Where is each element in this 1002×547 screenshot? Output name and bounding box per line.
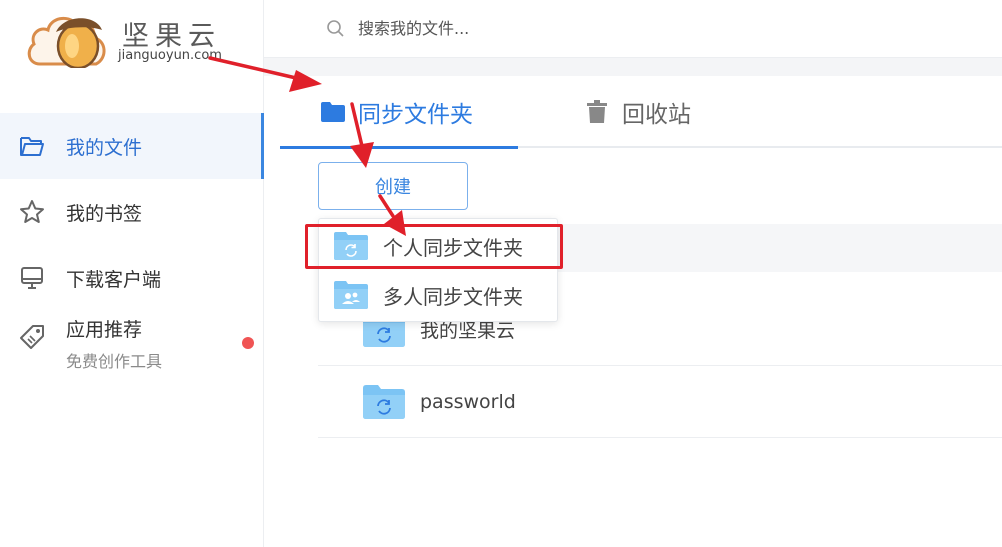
shared-folder-icon [334, 281, 368, 309]
star-icon [18, 198, 46, 226]
sidebar-item-sublabel: 免费创作工具 [66, 352, 163, 371]
sidebar-item-download-client[interactable]: 下载客户端 [0, 245, 263, 311]
tab-recycle-bin[interactable]: 回收站 [586, 76, 691, 148]
sidebar-item-bookmarks[interactable]: 我的书签 [0, 179, 263, 245]
tab-label: 同步文件夹 [358, 102, 473, 128]
active-tab-indicator [280, 146, 518, 149]
header-divider [264, 58, 1002, 76]
search-icon [327, 19, 344, 37]
create-dropdown-menu: 个人同步文件夹 多人同步文件夹 [318, 218, 558, 322]
menu-item-label: 多人同步文件夹 [383, 284, 523, 309]
tab-sync-folders[interactable]: 同步文件夹 [320, 76, 473, 148]
sidebar-item-my-files[interactable]: 我的文件 [0, 113, 264, 179]
file-name: passworld [420, 390, 516, 413]
menu-item-label: 个人同步文件夹 [383, 235, 523, 260]
sync-folder-icon [363, 384, 405, 419]
trash-icon [587, 100, 607, 123]
sidebar-item-label: 应用推荐 [66, 319, 143, 341]
tab-bar: 同步文件夹 回收站 [280, 76, 1002, 149]
folder-open-icon [18, 132, 46, 160]
brand-domain: jianguoyun.com [118, 48, 222, 63]
sidebar: 坚果云 jianguoyun.com 我的文件 我的书签 下载客户端 应用推荐 … [0, 0, 264, 547]
create-button[interactable]: 创建 [318, 162, 468, 210]
sidebar-nav: 我的文件 我的书签 下载客户端 应用推荐 免费创作工具 [0, 113, 264, 383]
monitor-icon [18, 264, 46, 292]
sync-folder-icon [334, 232, 368, 260]
acorn-cloud-logo-icon [27, 16, 106, 68]
search-input[interactable] [358, 19, 858, 38]
sidebar-item-app-recommend[interactable]: 应用推荐 免费创作工具 [0, 311, 263, 383]
logo[interactable]: 坚果云 jianguoyun.com [26, 8, 236, 68]
sidebar-item-label: 我的书签 [66, 202, 143, 225]
app-window: 坚果云 jianguoyun.com 我的文件 我的书签 下载客户端 应用推荐 … [0, 0, 1002, 547]
menu-item-personal-sync-folder[interactable]: 个人同步文件夹 [319, 222, 559, 270]
sidebar-item-label: 下载客户端 [66, 268, 162, 291]
tag-icon [18, 323, 46, 351]
folder-icon [321, 102, 345, 122]
menu-item-shared-sync-folder[interactable]: 多人同步文件夹 [319, 271, 559, 319]
search-bar [264, 0, 1002, 58]
tab-label: 回收站 [622, 102, 691, 128]
file-row[interactable]: passworld [318, 366, 1002, 438]
sidebar-item-label: 我的文件 [66, 136, 143, 159]
notification-dot [242, 337, 254, 349]
sidebar-item-text: 应用推荐 免费创作工具 [66, 315, 162, 372]
